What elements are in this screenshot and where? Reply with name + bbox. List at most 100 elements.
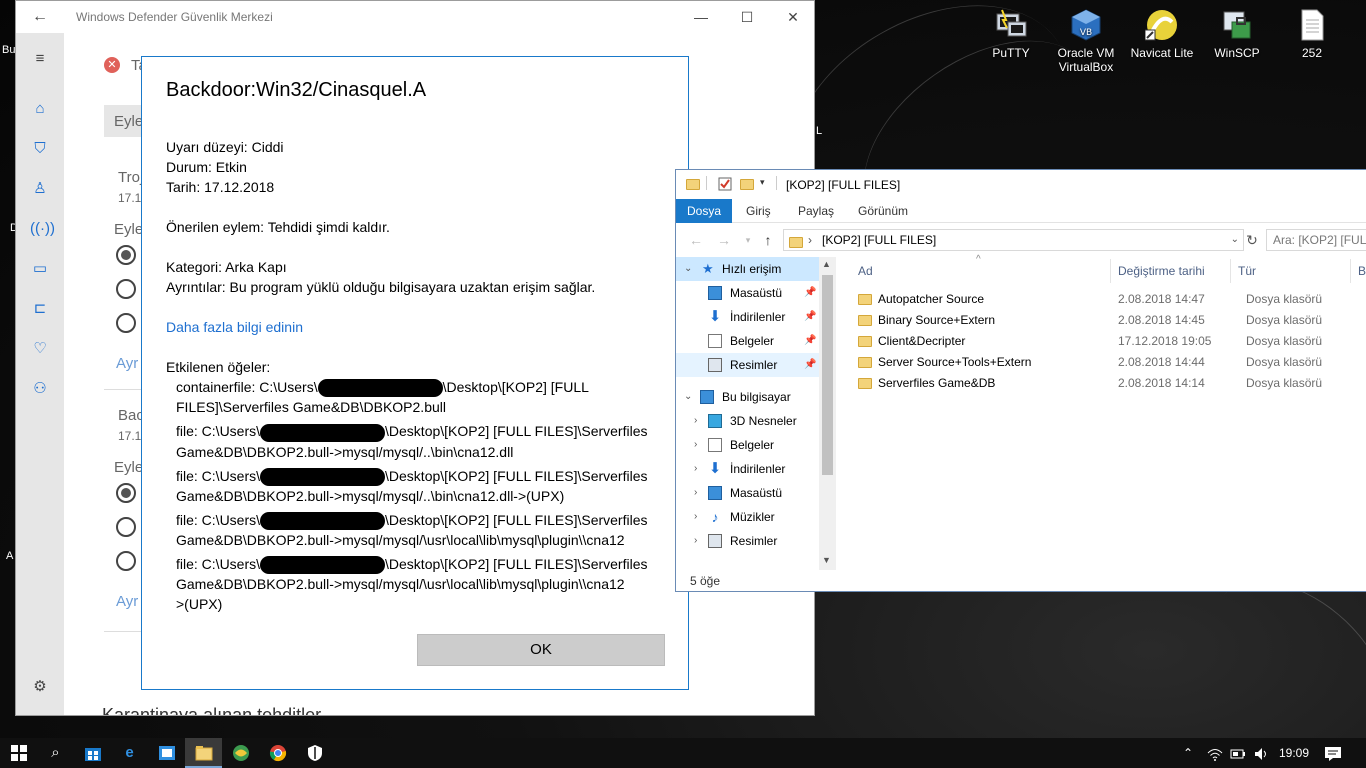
file-row[interactable]: Autopatcher Source 2.08.2018 14:47 Dosya… bbox=[854, 289, 1366, 310]
nav-quick-pictures[interactable]: Resimler 📌 bbox=[676, 353, 821, 377]
scroll-down-icon[interactable]: ▼ bbox=[822, 555, 831, 565]
network-icon[interactable]: ((·)) bbox=[30, 219, 55, 239]
scroll-up-icon[interactable]: ▲ bbox=[822, 259, 831, 269]
search-icon[interactable]: ⌕ bbox=[37, 738, 74, 768]
column-header-modified[interactable]: Değiştirme tarihi bbox=[1118, 257, 1205, 285]
edge-browser-icon[interactable]: e bbox=[111, 738, 148, 768]
volume-icon[interactable] bbox=[1254, 738, 1270, 768]
account-icon[interactable]: ♙ bbox=[30, 179, 50, 199]
chevron-up-icon[interactable]: ⌃ bbox=[1183, 738, 1193, 768]
column-divider[interactable] bbox=[1230, 259, 1231, 283]
nav-pc-music[interactable]: › ♪ Müzikler bbox=[676, 505, 821, 529]
device-security-icon[interactable]: ⊏ bbox=[30, 299, 50, 319]
battery-icon[interactable] bbox=[1230, 738, 1246, 768]
file-modified: 2.08.2018 14:47 bbox=[1118, 292, 1205, 306]
start-windows-icon[interactable] bbox=[0, 738, 37, 768]
column-divider[interactable] bbox=[1110, 259, 1111, 283]
affected-item-path: \Desktop\[KOP2] [FULL FILES]\Serverfiles bbox=[385, 511, 648, 528]
column-divider[interactable] bbox=[1350, 259, 1351, 283]
clock[interactable]: 19:09 bbox=[1279, 738, 1309, 768]
column-header-name[interactable]: Ad bbox=[858, 257, 873, 285]
shield-icon[interactable]: ⛉ bbox=[30, 139, 50, 159]
defender-shield-taskbar-icon[interactable] bbox=[296, 738, 333, 768]
nav-this-pc[interactable]: ⌄ Bu bilgisayar bbox=[676, 385, 821, 409]
notifications-icon[interactable] bbox=[1324, 738, 1342, 768]
wifi-icon[interactable] bbox=[1207, 738, 1223, 768]
desktop-icon-virtualbox[interactable]: VB Oracle VM VirtualBox bbox=[1051, 8, 1121, 74]
nav-quick-access[interactable]: ⌄ ★ Hızlı erişim bbox=[676, 257, 821, 281]
address-bar[interactable]: › [KOP2] [FULL FILES] ⌄ bbox=[783, 229, 1244, 251]
radio-option[interactable] bbox=[116, 483, 136, 503]
redaction-mark bbox=[317, 379, 443, 398]
nav-pc-pictures[interactable]: › Resimler bbox=[676, 529, 821, 553]
nav-pc-desktop[interactable]: › Masaüstü bbox=[676, 481, 821, 505]
desktop-icon-winscp[interactable]: WinSCP bbox=[1202, 8, 1272, 60]
file-row[interactable]: Client&Decripter 17.12.2018 19:05 Dosya … bbox=[854, 331, 1366, 352]
network-app-icon[interactable] bbox=[222, 738, 259, 768]
properties-icon[interactable] bbox=[718, 177, 732, 191]
mail-icon[interactable] bbox=[148, 738, 185, 768]
store-icon[interactable] bbox=[74, 738, 111, 768]
file-explorer-taskbar-icon[interactable] bbox=[185, 738, 222, 768]
radio-option[interactable] bbox=[116, 551, 136, 571]
radio-option[interactable] bbox=[116, 245, 136, 265]
chrome-icon[interactable] bbox=[259, 738, 296, 768]
up-arrow-icon[interactable]: ↑ bbox=[758, 230, 778, 250]
close-button[interactable]: ✕ bbox=[770, 1, 814, 33]
forward-arrow-icon[interactable]: → bbox=[714, 230, 734, 250]
tab-view[interactable]: Görünüm bbox=[846, 199, 920, 223]
health-icon[interactable]: ♡ bbox=[30, 339, 50, 359]
threat-item-details-link[interactable]: Ayr bbox=[116, 355, 138, 372]
maximize-button[interactable]: ☐ bbox=[724, 1, 770, 33]
column-header-size[interactable]: Bo bbox=[1358, 257, 1366, 285]
more-info-link[interactable]: Daha fazla bilgi edinin bbox=[166, 317, 666, 337]
refresh-icon[interactable]: ↻ bbox=[1242, 230, 1262, 250]
nav-pc-downloads[interactable]: › ⬇ İndirilenler bbox=[676, 457, 821, 481]
chevron-right-icon[interactable]: › bbox=[694, 505, 697, 529]
nav-quick-documents[interactable]: Belgeler 📌 bbox=[676, 329, 821, 353]
nav-quick-downloads[interactable]: ⬇ İndirilenler 📌 bbox=[676, 305, 821, 329]
nav-scrollbar[interactable]: ▲ ▼ bbox=[819, 257, 836, 570]
desktop-icon-putty[interactable]: PuTTY bbox=[976, 8, 1046, 60]
desktop-icon-text-file[interactable]: 252 bbox=[1277, 8, 1347, 60]
radio-option[interactable] bbox=[116, 279, 136, 299]
chevron-right-icon[interactable]: › bbox=[694, 481, 697, 505]
ok-button[interactable]: OK bbox=[417, 634, 665, 666]
home-icon[interactable]: ⌂ bbox=[30, 99, 50, 119]
tab-share[interactable]: Paylaş bbox=[786, 199, 846, 223]
desktop-icon-navicat[interactable]: Navicat Lite bbox=[1127, 8, 1197, 60]
search-input[interactable]: Ara: [KOP2] [FULL FILES] bbox=[1266, 229, 1366, 251]
hamburger-menu-icon[interactable]: ≡ bbox=[30, 49, 50, 69]
radio-option[interactable] bbox=[116, 313, 136, 333]
chevron-down-icon[interactable]: ⌄ bbox=[684, 385, 692, 409]
file-row[interactable]: Serverfiles Game&DB 2.08.2018 14:14 Dosy… bbox=[854, 373, 1366, 394]
file-modified: 17.12.2018 19:05 bbox=[1118, 334, 1212, 348]
file-row[interactable]: Binary Source+Extern 2.08.2018 14:45 Dos… bbox=[854, 310, 1366, 331]
threat-item-details-link[interactable]: Ayr bbox=[116, 593, 138, 610]
family-icon[interactable]: ⚇ bbox=[30, 379, 50, 399]
minimize-button[interactable]: — bbox=[678, 1, 724, 33]
nav-pc-documents[interactable]: › Belgeler bbox=[676, 433, 821, 457]
recent-locations-chevron-icon[interactable]: ▾ bbox=[738, 230, 758, 250]
radio-option[interactable] bbox=[116, 517, 136, 537]
column-header-type[interactable]: Tür bbox=[1238, 257, 1256, 285]
back-arrow-icon[interactable]: ← bbox=[686, 230, 706, 250]
back-arrow-icon[interactable]: ← bbox=[16, 1, 64, 33]
new-folder-icon[interactable] bbox=[740, 177, 754, 190]
chevron-down-icon[interactable]: ⌄ bbox=[684, 257, 692, 281]
chevron-down-icon[interactable]: ⌄ bbox=[1231, 230, 1239, 250]
scrollbar-thumb[interactable] bbox=[822, 275, 833, 475]
tab-home[interactable]: Giriş bbox=[734, 199, 783, 223]
chevron-right-icon[interactable]: › bbox=[694, 409, 697, 433]
app-browser-icon[interactable]: ▭ bbox=[30, 259, 50, 279]
tab-file[interactable]: Dosya bbox=[676, 199, 732, 223]
nav-quick-desktop[interactable]: Masaüstü 📌 bbox=[676, 281, 821, 305]
nav-pc-3d-objects[interactable]: › 3D Nesneler bbox=[676, 409, 821, 433]
chevron-right-icon[interactable]: › bbox=[694, 529, 697, 553]
chevron-down-icon[interactable]: ▾ bbox=[760, 177, 774, 189]
chevron-right-icon[interactable]: › bbox=[694, 457, 697, 481]
settings-gear-icon[interactable]: ⚙ bbox=[30, 677, 50, 697]
file-row[interactable]: Server Source+Tools+Extern 2.08.2018 14:… bbox=[854, 352, 1366, 373]
chevron-right-icon[interactable]: › bbox=[694, 433, 697, 457]
affected-item-prefix: containerfile: C:\Users\ bbox=[176, 379, 318, 395]
